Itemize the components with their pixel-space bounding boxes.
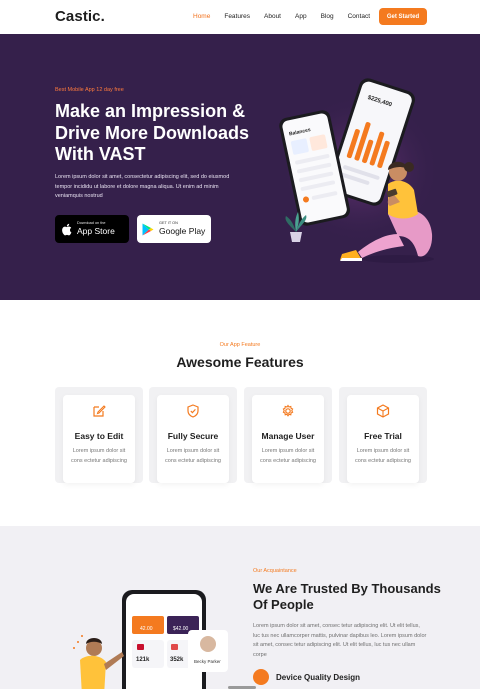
trusted-kicker: Our Acquaintance: [253, 568, 297, 574]
app-store-small-label: Download on the: [77, 221, 106, 226]
features-section: Our App Feature Awesome Features Easy to…: [0, 300, 480, 526]
trusted-section: 42.00 $42.00 121k 352k Becky Parker Our …: [0, 526, 480, 689]
google-play-icon: [137, 215, 159, 243]
phone-stat-1: 121k: [136, 657, 150, 663]
hero-kicker: Best Mobile App 12 day free: [55, 87, 124, 93]
feature-card: Easy to Edit Lorem ipsum dolor sit cons …: [55, 387, 143, 483]
device-quality-icon: [253, 669, 269, 685]
phone-card-value-1: 42.00: [140, 626, 153, 632]
nav-link-blog[interactable]: Blog: [321, 13, 334, 20]
nav-link-contact[interactable]: Contact: [348, 13, 370, 20]
cube-icon: [376, 404, 390, 418]
feature-list-item: Device Quality Design: [253, 669, 360, 685]
feature-card-title: Manage User: [261, 431, 315, 441]
nav-link-home[interactable]: Home: [193, 13, 210, 20]
features-kicker: Our App Feature: [219, 342, 261, 348]
feature-card-text: Lorem ipsum dolor sit cons ectetur adipi…: [71, 448, 127, 464]
feature-card: Manage User Lorem ipsum dolor sit cons e…: [244, 387, 332, 483]
feature-card-title: Fully Secure: [167, 431, 219, 441]
google-play-small-label: GET IT ON: [159, 221, 178, 226]
google-play-label: Google Play: [159, 226, 206, 237]
feature-list-item-label: Device Quality Design: [276, 672, 361, 682]
logo[interactable]: Castic.: [55, 8, 105, 25]
feature-card-text: Lorem ipsum dolor sit cons ectetur adipi…: [355, 448, 411, 464]
nav-link-features[interactable]: Features: [224, 13, 250, 20]
profile-name: Becky Parker: [194, 659, 221, 664]
top-navbar: Castic. Home Features About App Blog Con…: [0, 0, 480, 34]
feature-card: Fully Secure Lorem ipsum dolor sit cons …: [149, 387, 237, 483]
phone-card-value-2: $42.00: [173, 626, 189, 632]
google-play-button[interactable]: GET IT ON Google Play: [137, 215, 211, 243]
app-mockup-illustration: 42.00 $42.00 121k 352k Becky Parker: [73, 590, 228, 689]
edit-icon: [93, 405, 106, 417]
app-store-label: App Store: [77, 226, 115, 237]
features-title: Awesome Features: [176, 354, 304, 370]
feature-card-text: Lorem ipsum dolor sit cons ectetur adipi…: [260, 448, 316, 464]
hero-section: Best Mobile App 12 day free Make an Impr…: [0, 34, 480, 300]
nav-link-about[interactable]: About: [264, 13, 281, 20]
feature-card-title: Free Trial: [364, 431, 402, 441]
get-started-button[interactable]: Get Started: [379, 8, 427, 25]
feature-card: Free Trial Lorem ipsum dolor sit cons ec…: [339, 387, 427, 483]
hero-description: Lorem ipsum dolor sit amet, consectetur …: [55, 174, 230, 199]
app-store-button[interactable]: Download on the App Store: [55, 215, 129, 243]
nav-link-app[interactable]: App: [295, 13, 307, 20]
feature-card-title: Easy to Edit: [74, 431, 124, 441]
nav-links: Home Features About App Blog Contact: [193, 13, 384, 20]
shield-check-icon: [187, 404, 199, 418]
trusted-title: We Are Trusted By Thousands Of People: [253, 581, 441, 612]
feature-card-text: Lorem ipsum dolor sit cons ectetur adipi…: [165, 448, 221, 464]
trusted-text: Lorem ipsum dolor sit amet, consec tetur…: [253, 623, 427, 658]
hero-illustration: $225,400 Balances: [279, 78, 440, 263]
gear-icon: [282, 404, 294, 417]
apple-icon: [55, 215, 77, 243]
phone-stat-2: 352k: [170, 657, 184, 663]
hero-title: Make an Impression & Drive More Download…: [55, 101, 250, 164]
